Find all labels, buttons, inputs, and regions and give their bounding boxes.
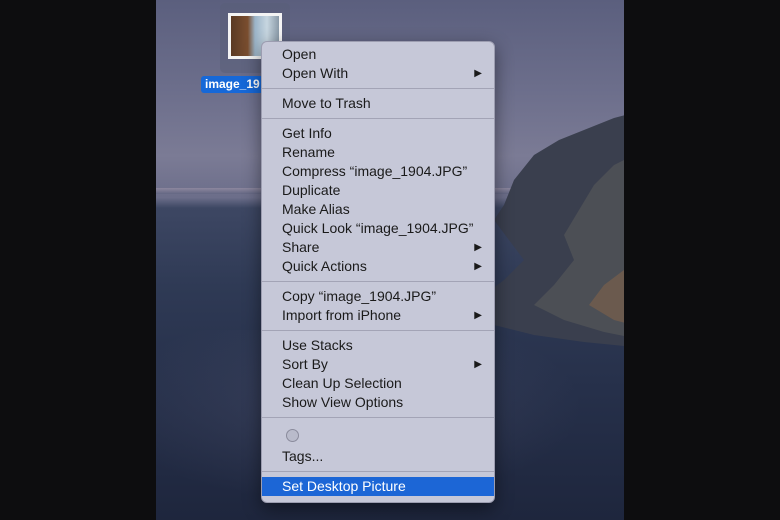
menu-item-sort-by[interactable]: Sort By ▶	[262, 355, 494, 374]
submenu-arrow-icon: ▶	[474, 242, 482, 253]
menu-item-move-to-trash[interactable]: Move to Trash	[262, 94, 494, 113]
menu-item-label: Quick Look “image_1904.JPG”	[282, 220, 474, 236]
menu-item-quick-look[interactable]: Quick Look “image_1904.JPG”	[262, 219, 494, 238]
menu-item-label: Share	[282, 239, 320, 255]
menu-item-label: Make Alias	[282, 201, 350, 217]
menu-item-label: Clean Up Selection	[282, 375, 402, 391]
menu-item-get-info[interactable]: Get Info	[262, 124, 494, 143]
menu-group-open: Open Open With ▶	[262, 45, 494, 83]
menu-item-rename[interactable]: Rename	[262, 143, 494, 162]
submenu-arrow-icon: ▶	[474, 310, 482, 321]
menu-item-make-alias[interactable]: Make Alias	[262, 200, 494, 219]
menu-item-duplicate[interactable]: Duplicate	[262, 181, 494, 200]
menu-item-show-view-options[interactable]: Show View Options	[262, 393, 494, 412]
menu-item-label: Duplicate	[282, 182, 341, 198]
menu-separator	[262, 118, 494, 119]
menu-item-open-with[interactable]: Open With ▶	[262, 64, 494, 83]
context-menu: Open Open With ▶ Move to Trash Get Info R…	[261, 41, 495, 503]
menu-separator	[262, 471, 494, 472]
menu-item-label: Compress “image_1904.JPG”	[282, 163, 468, 179]
menu-item-set-desktop-picture[interactable]: Set Desktop Picture	[262, 477, 494, 496]
menu-group-view: Use Stacks Sort By ▶ Clean Up Selection S…	[262, 336, 494, 412]
menu-item-label: Copy “image_1904.JPG”	[282, 288, 437, 304]
menu-group-trash: Move to Trash	[262, 94, 494, 113]
menu-item-clean-up-selection[interactable]: Clean Up Selection	[262, 374, 494, 393]
submenu-arrow-icon: ▶	[474, 68, 482, 79]
menu-item-label: Move to Trash	[282, 95, 371, 111]
menu-group-copy: Copy “image_1904.JPG” Import from iPhone…	[262, 287, 494, 325]
menu-item-label: Sort By	[282, 356, 328, 372]
menu-group-file-actions: Get Info Rename Compress “image_1904.JPG…	[262, 124, 494, 276]
menu-item-label: Rename	[282, 144, 335, 160]
tag-color-circle-icon[interactable]	[286, 428, 299, 442]
menu-item-label: Show View Options	[282, 394, 404, 410]
menu-item-label: Quick Actions	[282, 258, 367, 274]
menu-item-compress[interactable]: Compress “image_1904.JPG”	[262, 162, 494, 181]
menu-item-share[interactable]: Share ▶	[262, 238, 494, 257]
menu-separator	[262, 417, 494, 418]
menu-item-import-from-iphone[interactable]: Import from iPhone ▶	[262, 306, 494, 325]
menu-item-copy[interactable]: Copy “image_1904.JPG”	[262, 287, 494, 306]
menu-item-tags[interactable]: Tags...	[262, 447, 494, 466]
file-name-label[interactable]: image_19	[201, 76, 267, 93]
menu-item-label: Use Stacks	[282, 337, 353, 353]
menu-item-quick-actions[interactable]: Quick Actions ▶	[262, 257, 494, 276]
submenu-arrow-icon: ▶	[474, 359, 482, 370]
menu-item-label: Import from iPhone	[282, 307, 402, 323]
menu-item-use-stacks[interactable]: Use Stacks	[262, 336, 494, 355]
menu-item-label: Set Desktop Picture	[282, 478, 406, 494]
menu-item-open[interactable]: Open	[262, 45, 494, 64]
tag-color-row	[262, 423, 494, 447]
menu-item-label: Get Info	[282, 125, 332, 141]
menu-item-label: Open With	[282, 65, 349, 81]
submenu-arrow-icon: ▶	[474, 261, 482, 272]
menu-item-label: Tags...	[282, 448, 324, 464]
menu-item-label: Open	[282, 46, 317, 62]
menu-separator	[262, 281, 494, 282]
menu-separator	[262, 88, 494, 89]
menu-separator	[262, 330, 494, 331]
